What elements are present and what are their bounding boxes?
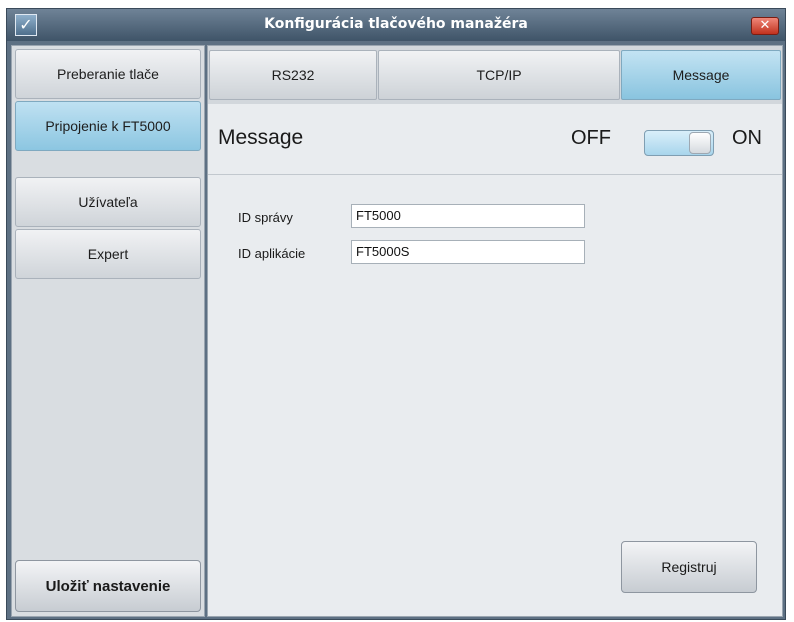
register-button[interactable]: Registruj — [621, 541, 757, 593]
sidebar: Preberanie tlače Pripojenie k FT5000 Uží… — [11, 45, 205, 617]
application-id-input[interactable]: FT5000S — [351, 240, 585, 264]
content-panel: RS232 TCP/IP Message Message OFF ON ID s… — [207, 45, 783, 617]
message-header: Message OFF ON — [208, 104, 782, 175]
register-label: Registruj — [661, 559, 717, 575]
sidebar-item-label: Preberanie tlače — [57, 66, 159, 82]
sidebar-item-label: Expert — [87, 246, 129, 262]
tab-label: Message — [672, 67, 730, 83]
save-settings-button[interactable]: Uložiť nastavenie — [15, 560, 201, 612]
sidebar-item-preberanie-tlace[interactable]: Preberanie tlače — [15, 49, 201, 99]
sidebar-item-pripojenie-ft5000[interactable]: Pripojenie k FT5000 — [15, 101, 201, 151]
close-icon: ✕ — [759, 18, 771, 33]
title-bar: ✓ Konfigurácia tlačového manažéra ✕ — [7, 9, 785, 41]
sidebar-item-label: Užívateľa — [78, 194, 138, 210]
tab-bar: RS232 TCP/IP Message — [208, 46, 782, 104]
application-id-label: ID aplikácie — [238, 246, 306, 261]
tab-label: RS232 — [271, 67, 315, 83]
section-title: Message — [218, 126, 304, 149]
sidebar-item-uzivatela[interactable]: Užívateľa — [15, 177, 201, 227]
message-toggle[interactable] — [644, 130, 714, 156]
toggle-knob[interactable] — [689, 132, 711, 154]
sidebar-item-label: Pripojenie k FT5000 — [45, 118, 171, 134]
close-button[interactable]: ✕ — [751, 17, 779, 35]
message-id-input[interactable]: FT5000 — [351, 204, 585, 228]
tab-label: TCP/IP — [476, 67, 522, 83]
window-title: Konfigurácia tlačového manažéra — [264, 16, 528, 32]
tab-message[interactable]: Message — [621, 50, 781, 100]
save-settings-label: Uložiť nastavenie — [45, 577, 171, 595]
window: ✓ Konfigurácia tlačového manažéra ✕ Preb… — [6, 8, 786, 620]
tab-rs232[interactable]: RS232 — [209, 50, 377, 100]
toggle-off-label: OFF — [571, 127, 611, 149]
tab-tcpip[interactable]: TCP/IP — [378, 50, 620, 100]
message-id-label: ID správy — [238, 210, 293, 225]
toggle-on-label: ON — [732, 127, 762, 149]
sidebar-item-expert[interactable]: Expert — [15, 229, 201, 279]
